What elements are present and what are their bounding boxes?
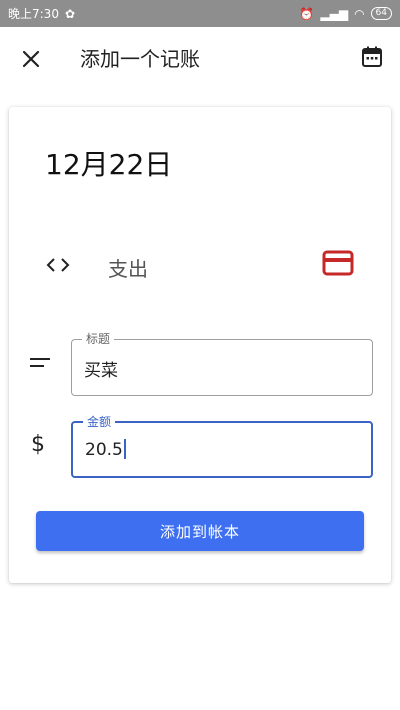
title-field-value: 买菜 (84, 361, 118, 381)
alarm-icon: ⏰ (299, 6, 315, 21)
swap-type-button[interactable] (45, 253, 71, 277)
wifi-icon: ◠ (354, 6, 365, 21)
app-bar: 添加一个记账 (0, 27, 400, 89)
status-bar: 晚上7:30 ✿ ⏰ ▂▄▆ ◠ 64 (0, 0, 400, 27)
status-right: ⏰ ▂▄▆ ◠ 64 (299, 7, 392, 21)
page-title: 添加一个记账 (80, 47, 200, 71)
status-time: 晚上7:30 (8, 7, 59, 21)
credit-card-icon (322, 250, 354, 276)
payment-type-button[interactable] (322, 249, 354, 277)
date-display[interactable]: 12月22日 (45, 143, 172, 183)
close-icon (22, 50, 40, 68)
amount-field[interactable]: 金额 20.5 (71, 415, 373, 478)
add-to-ledger-button[interactable]: 添加到帐本 (36, 511, 364, 551)
dollar-icon: $ (31, 432, 45, 457)
amount-field-value: 20.5 (85, 440, 123, 460)
title-field[interactable]: 标题 买菜 (71, 332, 373, 396)
short-text-icon (29, 351, 51, 376)
swap-icon (46, 258, 70, 272)
text-caret (123, 439, 126, 459)
calendar-icon (362, 46, 382, 67)
close-button[interactable] (18, 46, 44, 72)
calendar-button[interactable] (360, 45, 386, 71)
form-card: 12月22日 支出 标题 买菜 $ 金额 20.5 添加到帐本 (9, 107, 391, 583)
signal-icon: ▂▄▆ (320, 6, 349, 21)
battery-icon: 64 (370, 7, 392, 20)
type-row: 支出 (9, 245, 391, 285)
title-field-label: 标题 (82, 332, 115, 346)
amount-field-label: 金额 (83, 415, 116, 429)
notification-icon: ✿ (64, 6, 76, 21)
amount-field-value-wrap: 20.5 (85, 439, 126, 460)
type-label: 支出 (108, 257, 148, 281)
status-left: 晚上7:30 ✿ (8, 5, 75, 22)
